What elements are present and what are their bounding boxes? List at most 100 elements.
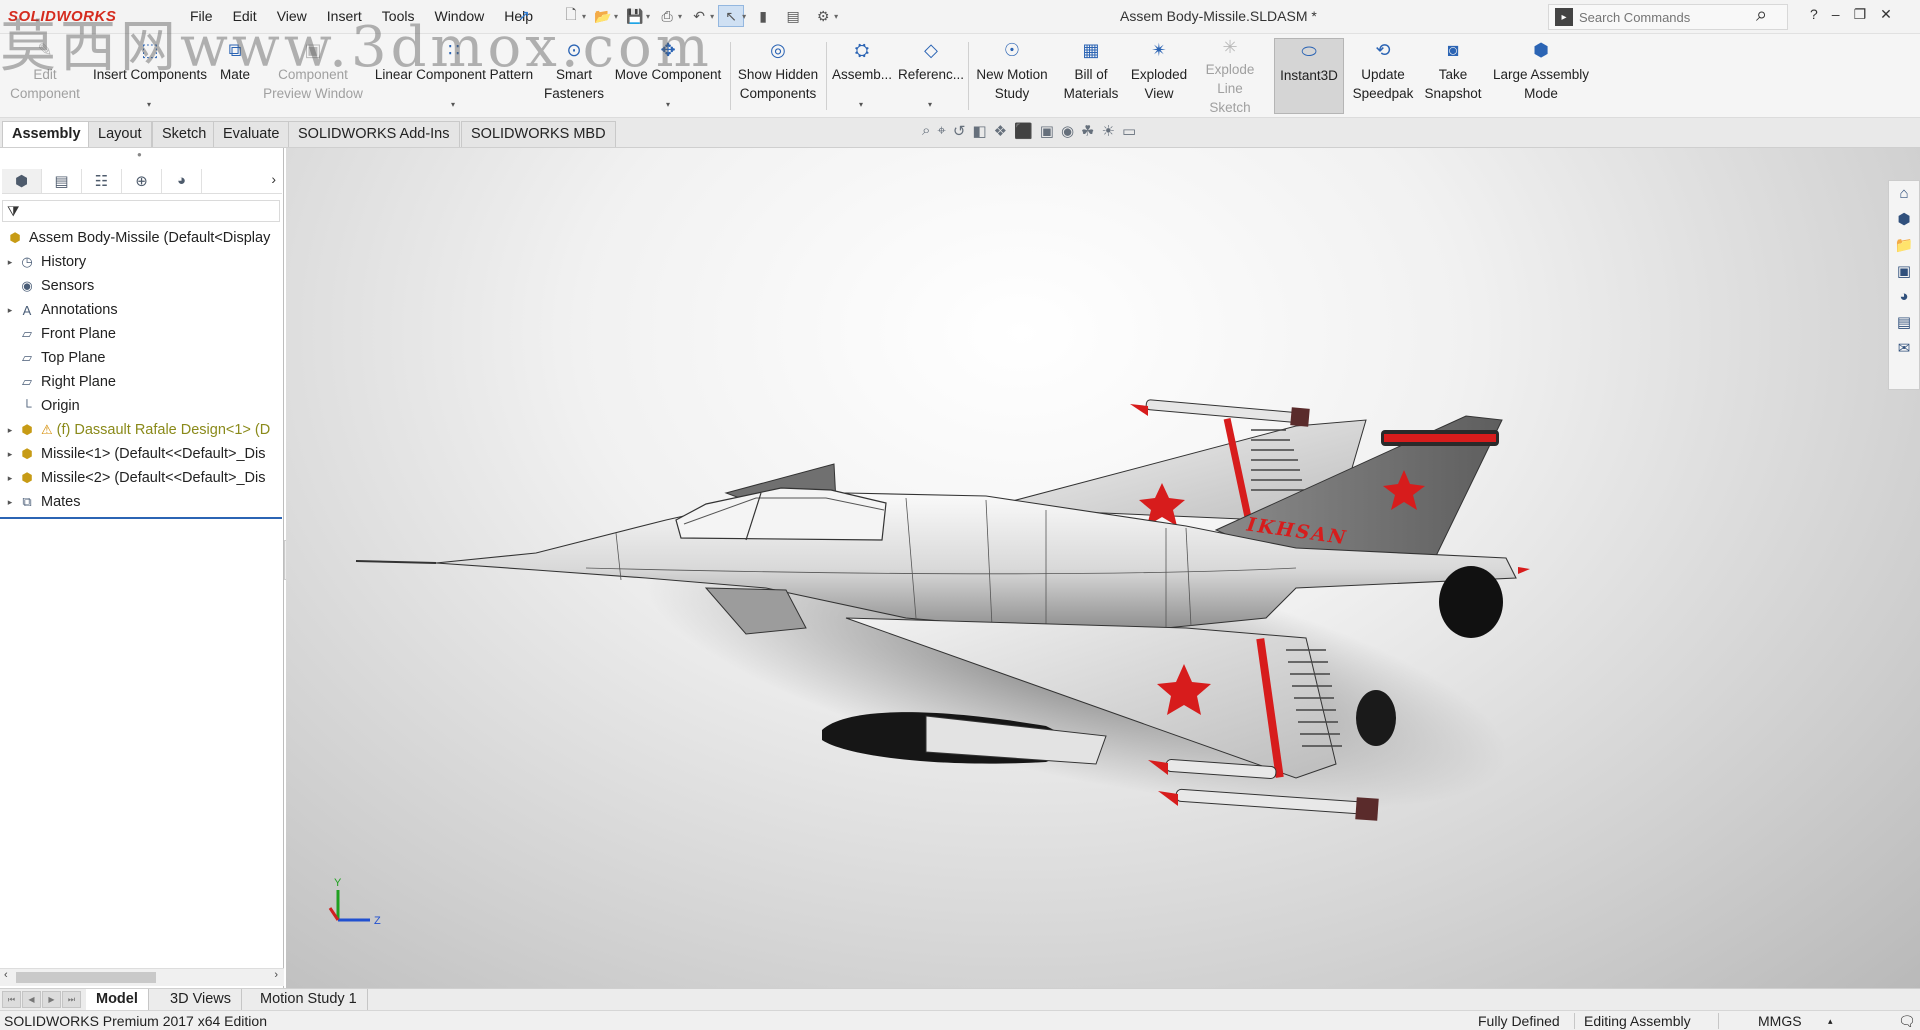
component-preview-button[interactable]: ▣ Component Preview Window: [258, 38, 368, 114]
new-document-icon[interactable]: 🗋: [558, 5, 584, 27]
scenes-icon[interactable]: ☀: [1102, 122, 1115, 140]
chevron-down-icon[interactable]: ▾: [859, 100, 863, 109]
tree-item-rafale[interactable]: ▸ ⬢ ⚠ (f) Dassault Rafale Design<1> (D: [0, 418, 284, 442]
chevron-down-icon[interactable]: ▾: [666, 100, 670, 109]
chevron-down-icon[interactable]: ▾: [646, 12, 650, 21]
chevron-down-icon[interactable]: ▾: [582, 12, 586, 21]
aircraft-model[interactable]: IKHSAN Y Z: [286, 148, 1920, 988]
tab-assembly[interactable]: Assembly: [2, 121, 91, 147]
chevron-down-icon[interactable]: ▾: [742, 12, 746, 21]
options-gear-icon[interactable]: ⚙: [810, 5, 836, 27]
tooltip-bubble-icon[interactable]: 🗨: [1898, 1013, 1916, 1030]
pane-grip-icon[interactable]: ●: [137, 150, 142, 159]
dynamic-annotation-icon[interactable]: ❖: [994, 122, 1007, 140]
view-palette-icon[interactable]: ▣: [1897, 262, 1911, 280]
tree-item-right-plane[interactable]: ▱ Right Plane: [0, 370, 284, 394]
select-arrow-icon[interactable]: ↖: [718, 5, 745, 27]
chevron-down-icon[interactable]: ▾: [834, 12, 838, 21]
prev-tab-icon[interactable]: ◀: [22, 991, 41, 1008]
mate-button[interactable]: ⧉ Mate: [214, 38, 256, 114]
help-icon[interactable]: ?: [1810, 6, 1818, 23]
chevron-up-icon[interactable]: ▴: [1828, 1016, 1833, 1027]
dimxpert-tab-icon[interactable]: ⊕: [122, 168, 162, 193]
zoom-to-fit-icon[interactable]: ⌕: [922, 122, 930, 140]
expand-icon[interactable]: ▸: [4, 497, 16, 508]
chevron-down-icon[interactable]: ▾: [928, 100, 932, 109]
home-icon[interactable]: ⌂: [1899, 185, 1908, 202]
save-icon[interactable]: 💾: [622, 5, 648, 27]
chevron-down-icon[interactable]: ▾: [710, 12, 714, 21]
file-properties-icon[interactable]: ▤: [780, 5, 806, 27]
search-input[interactable]: [1579, 9, 1749, 25]
previous-view-icon[interactable]: ↺: [953, 122, 966, 140]
tab-addins[interactable]: SOLIDWORKS Add-Ins: [288, 121, 460, 147]
scroll-left-icon[interactable]: ‹: [4, 969, 8, 981]
configurationmanager-tab-icon[interactable]: ☷: [82, 168, 122, 193]
tab-evaluate[interactable]: Evaluate: [213, 121, 290, 147]
forum-icon[interactable]: ✉: [1898, 339, 1911, 357]
undo-icon[interactable]: ↶: [686, 5, 712, 27]
chevron-right-icon[interactable]: ›: [271, 171, 276, 187]
exploded-view-button[interactable]: ✴ Exploded View: [1126, 38, 1192, 114]
tab-motion-study[interactable]: Motion Study 1: [250, 989, 368, 1011]
view-settings-icon[interactable]: ▭: [1122, 122, 1136, 140]
menu-file[interactable]: File: [180, 8, 223, 24]
tree-item-top-plane[interactable]: ▱ Top Plane: [0, 346, 284, 370]
status-units[interactable]: MMGS: [1758, 1013, 1802, 1029]
edit-component-button[interactable]: ✎ Edit Component: [6, 38, 84, 114]
pin-icon[interactable]: ↗: [518, 7, 530, 24]
close-icon[interactable]: ✕: [1880, 6, 1892, 23]
file-explorer-icon[interactable]: 📁: [1895, 236, 1914, 254]
appearances-icon[interactable]: ◕: [1899, 288, 1908, 305]
expand-icon[interactable]: ▸: [4, 305, 16, 316]
smart-fasteners-button[interactable]: ⊙ Smart Fasteners: [540, 38, 608, 114]
explode-line-sketch-button[interactable]: ✳ Explode Line Sketch: [1194, 38, 1266, 116]
tree-filter[interactable]: ⧩: [2, 200, 280, 222]
custom-properties-icon[interactable]: ▤: [1897, 313, 1911, 331]
bill-of-materials-button[interactable]: ▦ Bill of Materials: [1058, 38, 1124, 114]
zoom-area-icon[interactable]: ⌖: [937, 122, 945, 140]
show-hidden-button[interactable]: ◎ Show Hidden Components: [734, 38, 822, 114]
featuremanager-tab-icon[interactable]: ⬢: [2, 168, 42, 193]
tree-item-history[interactable]: ▸ ◷ History: [0, 250, 284, 274]
chevron-down-icon[interactable]: ▾: [451, 100, 455, 109]
expand-icon[interactable]: ▸: [4, 257, 16, 268]
tree-root[interactable]: ⬢ Assem Body-Missile (Default<Display: [0, 226, 284, 250]
open-folder-icon[interactable]: 📂: [590, 5, 616, 27]
display-style-icon[interactable]: ▣: [1040, 122, 1054, 140]
propertymanager-tab-icon[interactable]: ▤: [42, 168, 82, 193]
horizontal-scrollbar[interactable]: ‹ ›: [0, 968, 284, 986]
restore-icon[interactable]: ❐: [1854, 6, 1867, 23]
instant3d-button[interactable]: ⬭ Instant3D: [1274, 38, 1344, 114]
menu-edit[interactable]: Edit: [223, 8, 267, 24]
design-library-icon[interactable]: ⬢: [1897, 210, 1910, 228]
new-motion-study-button[interactable]: ☉ New Motion Study: [972, 38, 1052, 114]
last-tab-icon[interactable]: ⏭: [62, 991, 81, 1008]
tab-3d-views[interactable]: 3D Views: [160, 989, 242, 1011]
hide-show-icon[interactable]: ◉: [1061, 122, 1074, 140]
menu-window[interactable]: Window: [424, 8, 494, 24]
update-speedpak-button[interactable]: ⟲ Update Speedpak: [1350, 38, 1416, 114]
menu-insert[interactable]: Insert: [317, 8, 372, 24]
tab-mbd[interactable]: SOLIDWORKS MBD: [461, 121, 616, 147]
print-icon[interactable]: ⎙: [654, 5, 680, 27]
next-tab-icon[interactable]: ▶: [42, 991, 61, 1008]
tab-layout[interactable]: Layout: [88, 121, 152, 147]
tree-item-origin[interactable]: └ Origin: [0, 394, 284, 418]
expand-icon[interactable]: ▸: [4, 425, 16, 436]
menu-view[interactable]: View: [267, 8, 317, 24]
tree-item-annotations[interactable]: ▸ A Annotations: [0, 298, 284, 322]
rollback-bar[interactable]: [0, 517, 282, 519]
tree-item-mates[interactable]: ▸ ⧉ Mates: [0, 490, 284, 514]
edit-appearance-icon[interactable]: ☘: [1081, 122, 1094, 140]
tree-item-sensors[interactable]: ◉ Sensors: [0, 274, 284, 298]
tree-item-front-plane[interactable]: ▱ Front Plane: [0, 322, 284, 346]
graphics-area[interactable]: IKHSAN Y Z: [286, 148, 1920, 988]
chevron-down-icon[interactable]: ▾: [678, 12, 682, 21]
scroll-right-icon[interactable]: ›: [274, 969, 278, 981]
search-icon[interactable]: ⌕: [1756, 4, 1767, 27]
expand-icon[interactable]: ▸: [4, 473, 16, 484]
traffic-light-icon[interactable]: ▮: [750, 5, 776, 27]
expand-icon[interactable]: ▸: [4, 449, 16, 460]
tree-item-missile-2[interactable]: ▸ ⬢ Missile<2> (Default<<Default>_Dis: [0, 466, 284, 490]
